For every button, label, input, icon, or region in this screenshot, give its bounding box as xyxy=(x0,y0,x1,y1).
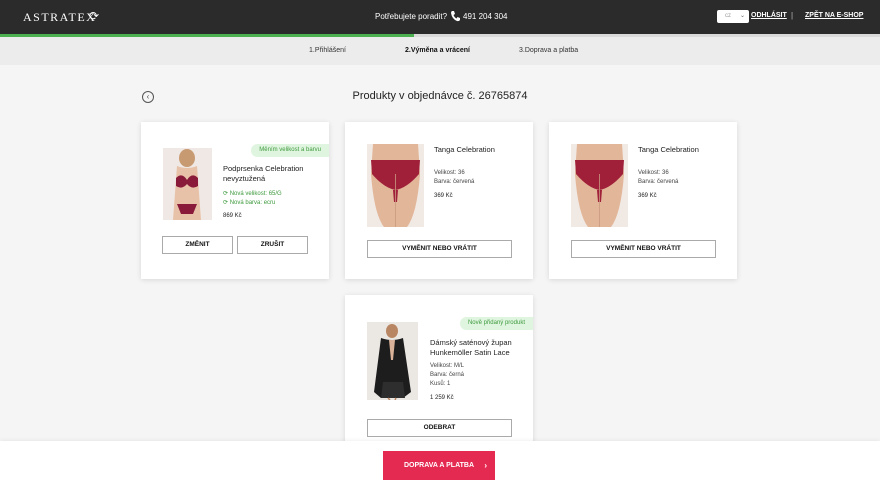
logout-link[interactable]: ODHLÁSIT xyxy=(751,12,787,19)
exchange-or-return-button[interactable]: VYMĚNIT NEBO VRÁTIT xyxy=(367,240,512,258)
logo[interactable]: ASTRATEX xyxy=(23,10,96,25)
phone-icon xyxy=(451,11,460,22)
main-content: ‹ Produkty v objednávce č. 26765874 Mění… xyxy=(0,65,880,445)
cancel-button[interactable]: ZRUŠIT xyxy=(237,236,308,254)
product-name: Dámský saténový župan Hunkemöller Satin … xyxy=(430,338,512,357)
new-color: ⟳ Nová barva: ecru xyxy=(223,200,276,206)
product-price: 1 259 Kč xyxy=(430,395,454,401)
bottom-bar: DOPRAVA A PLATBA › xyxy=(0,441,880,488)
product-name: Tanga Celebration xyxy=(434,145,495,154)
back-to-shop-link[interactable]: ZPĚT NA E-SHOP xyxy=(805,12,863,19)
product-card: Tanga Celebration Velikost: 36 Barva: če… xyxy=(345,122,533,279)
product-price: 369 Kč xyxy=(638,193,657,199)
top-bar: ASTRATEX ⟳ Potřebujete poradit? 491 204 … xyxy=(0,0,880,34)
refresh-icon: ⟳ xyxy=(223,191,230,197)
status-badge: Nově přidaný produkt xyxy=(459,317,533,330)
product-card: Tanga Celebration Velikost: 36 Barva: če… xyxy=(549,122,737,279)
product-size: Velikost: 36 xyxy=(434,170,465,176)
product-size: Velikost: M/L xyxy=(430,363,465,369)
product-price: 369 Kč xyxy=(434,193,453,199)
product-size: Velikost: 36 xyxy=(638,170,669,176)
exchange-or-return-button[interactable]: VYMĚNIT NEBO VRÁTIT xyxy=(571,240,716,258)
change-button[interactable]: ZMĚNIT xyxy=(162,236,233,254)
header-separator: | xyxy=(791,11,794,20)
checkout-steps: 1.Přihlášení 2.Výměna a vrácení 3.Doprav… xyxy=(0,37,880,65)
product-image xyxy=(367,322,418,400)
remove-button[interactable]: ODEBRAT xyxy=(367,419,512,437)
product-color: Barva: červená xyxy=(638,179,679,185)
product-image xyxy=(571,144,628,227)
product-image xyxy=(163,148,212,220)
step-shipping-payment[interactable]: 3.Doprava a platba xyxy=(519,47,578,54)
product-card: Měním velikost a barvu Podprsenka Celebr… xyxy=(141,122,329,279)
step-login[interactable]: 1.Přihlášení xyxy=(309,47,346,54)
chevron-right-icon: › xyxy=(484,461,487,470)
product-image xyxy=(367,144,424,227)
new-size: ⟳ Nová velikost: 65/G xyxy=(223,191,282,197)
language-select[interactable]: cz ⌄ xyxy=(717,10,749,23)
phone-number[interactable]: 491 204 304 xyxy=(463,12,508,21)
product-price: 869 Kč xyxy=(223,213,242,219)
shipping-payment-button[interactable]: DOPRAVA A PLATBA › xyxy=(383,451,495,480)
product-quantity: Kusů: 1 xyxy=(430,381,451,387)
product-name: Tanga Celebration xyxy=(638,145,699,154)
refresh-icon: ⟳ xyxy=(89,9,100,23)
chevron-down-icon: ⌄ xyxy=(739,13,745,19)
product-color: Barva: červená xyxy=(434,179,475,185)
status-badge: Měním velikost a barvu xyxy=(251,144,329,157)
language-value: cz xyxy=(725,13,731,19)
help-text: Potřebujete poradit? xyxy=(375,12,448,21)
refresh-icon: ⟳ xyxy=(223,200,230,206)
product-color: Barva: černá xyxy=(430,372,465,378)
page-title: Produkty v objednávce č. 26765874 xyxy=(352,90,528,102)
step-exchange-return[interactable]: 2.Výměna a vrácení xyxy=(405,47,470,54)
cta-label: DOPRAVA A PLATBA xyxy=(404,462,474,469)
product-card: Nově přidaný produkt Dámský saténový žup… xyxy=(345,295,533,445)
product-name: Podprsenka Celebration nevyztužená xyxy=(223,164,304,183)
